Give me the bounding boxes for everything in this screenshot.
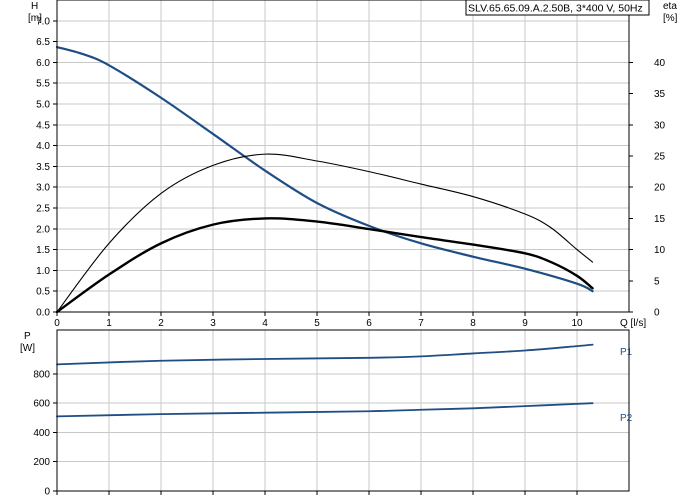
p1-legend-label: P1 [620,347,633,358]
axis-layer: 0 1 2 3 4 5 6 7 8 9 10 0.0 0.5 1.0 1.5 2.0 2.5 3.0 3.5 4.0 4… [33,0,666,498]
x-tick-label: 5 [314,318,320,329]
eta-tick-label: 35 [654,89,666,100]
head-tick-label: 4.5 [36,120,50,131]
x-tick-label: 4 [262,318,268,329]
eta-tick-label: 25 [654,152,666,163]
eta-tick-label: 30 [654,120,666,131]
power-tick-label: 800 [33,369,50,380]
head-tick-label: 3.0 [36,183,50,194]
power-tick-label: 600 [33,399,50,410]
bottom-panel-frame [56,329,630,492]
pump-curve-chart: 0 1 2 3 4 5 6 7 8 9 10 0.0 0.5 1.0 1.5 2.0 2.5 3.0 3.5 4.0 4… [20,0,678,498]
x-tick-label: 1 [106,318,112,329]
top-panel-frame [56,0,630,313]
flow-axis-label: Q [l/s] [620,318,646,329]
head-tick-label: 2.5 [36,204,50,215]
x-tick-label: 6 [366,318,372,329]
eta-tick-label: 0 [654,308,660,319]
eta-tick-label: 10 [654,245,666,256]
power-tick-label: 200 [33,457,50,468]
eta-tick-label: 15 [654,214,666,225]
p1-curve [56,343,594,366]
head-tick-label: 6.5 [36,37,50,48]
eta-axis-unit: [%] [663,13,678,24]
head-tick-label: 0.5 [36,287,50,298]
p2-legend-label: P2 [620,413,633,424]
head-tick-label: 6.0 [36,58,50,69]
head-tick-label: 3.5 [36,162,50,173]
head-tick-label: 5.5 [36,79,50,90]
title-box: SLV.65.65.09.A.2.50B, 3*400 V, 50Hz [465,0,650,16]
head-axis-label: H [31,1,38,12]
series-layer [55,45,594,418]
power-tick-label: 400 [33,428,50,439]
eta-tick-label: 5 [654,276,660,287]
head-tick-label: 5.0 [36,100,50,111]
head-tick-label: 4.0 [36,141,50,152]
chart-title: SLV.65.65.09.A.2.50B, 3*400 V, 50Hz [468,3,643,15]
head-tick-label: 0.0 [36,308,50,319]
p2-curve [56,402,594,418]
eta-axis-label: eta [663,1,677,12]
power-axis-unit: [W] [20,343,35,354]
head-tick-label: 1.0 [36,266,50,277]
head-tick-label: 1.5 [36,245,50,256]
eta-tick-label: 20 [654,183,666,194]
power-tick-label: 0 [44,487,50,498]
head-axis-unit: [m] [28,13,42,24]
efficiency-curve-thin [56,153,594,313]
x-tick-label: 9 [522,318,528,329]
x-tick-label: 10 [571,318,583,329]
x-tick-label: 8 [470,318,476,329]
x-tick-label: 3 [210,318,216,329]
x-tick-label: 7 [418,318,424,329]
head-tick-label: 2.0 [36,224,50,235]
x-tick-label: 2 [158,318,164,329]
x-tick-label: 0 [54,318,60,329]
grid-layer [57,0,629,491]
eta-tick-label: 40 [654,58,666,69]
power-axis-label: P [24,331,31,342]
